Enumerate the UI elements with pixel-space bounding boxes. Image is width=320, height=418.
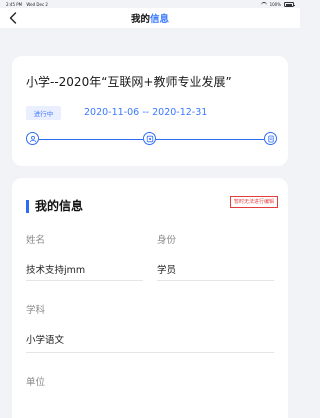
page-title-part2: 信息 — [150, 14, 170, 25]
field-label-name: 姓名 — [26, 235, 46, 246]
field-label-role: 身份 — [157, 235, 177, 246]
field-divider — [157, 280, 274, 281]
field-label-organization: 单位 — [26, 377, 46, 388]
navigation-bar: 我的信息 — [0, 8, 300, 28]
user-icon[interactable] — [26, 132, 39, 145]
my-info-card: 我的信息 暂时无法进行编辑 姓名 技术支持jmm 身份 学员 学科 小学语文 单… — [12, 178, 288, 418]
section-accent-bar — [26, 200, 29, 213]
status-indicators: 100% — [260, 2, 295, 7]
wifi-icon — [260, 2, 267, 7]
status-badge: 进行中 — [26, 106, 61, 120]
progress-timeline — [26, 132, 277, 146]
field-label-subject: 学科 — [26, 305, 46, 316]
field-value-name[interactable]: 技术支持jmm — [26, 262, 85, 276]
document-icon[interactable] — [264, 132, 277, 145]
study-icon[interactable] — [143, 132, 156, 145]
page-title: 我的信息 — [0, 11, 300, 25]
course-date-range: 2020-11-06 -- 2020-12-31 — [84, 107, 208, 118]
page-title-part1: 我的 — [130, 14, 150, 25]
field-divider — [26, 280, 143, 281]
timeline-segment — [156, 138, 264, 140]
status-time: 2:45 PM — [6, 2, 23, 7]
field-value-subject[interactable]: 小学语文 — [26, 332, 64, 346]
timeline-segment — [39, 138, 143, 140]
not-editable-stamp: 暂时无法进行编辑 — [229, 196, 278, 208]
field-divider — [26, 352, 274, 353]
course-title: 小学--2020年“互联网+教师专业发展” — [26, 75, 232, 89]
course-card[interactable]: 小学--2020年“互联网+教师专业发展” 进行中 2020-11-06 -- … — [12, 56, 288, 166]
field-value-role[interactable]: 学员 — [157, 262, 176, 276]
status-date: Wed Dec 2 — [26, 2, 48, 7]
status-time-date: 2:45 PM Wed Dec 2 — [6, 2, 48, 7]
battery-percent: 100% — [269, 2, 281, 7]
battery-icon — [284, 2, 295, 7]
section-title: 我的信息 — [35, 199, 84, 213]
